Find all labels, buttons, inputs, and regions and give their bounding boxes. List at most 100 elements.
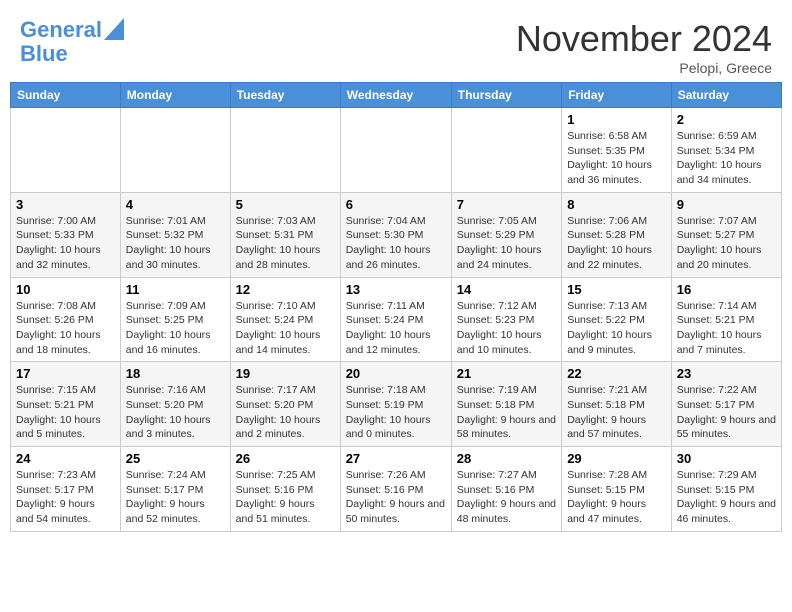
day-number: 15 (567, 282, 666, 297)
day-info: Sunrise: 7:04 AM Sunset: 5:30 PM Dayligh… (346, 214, 446, 273)
day-info: Sunrise: 7:11 AM Sunset: 5:24 PM Dayligh… (346, 299, 446, 358)
day-number: 20 (346, 366, 446, 381)
day-number: 2 (677, 112, 776, 127)
calendar-cell: 3Sunrise: 7:00 AM Sunset: 5:33 PM Daylig… (11, 192, 121, 277)
weekday-header-saturday: Saturday (671, 83, 781, 108)
day-info: Sunrise: 7:23 AM Sunset: 5:17 PM Dayligh… (16, 468, 115, 527)
day-info: Sunrise: 7:13 AM Sunset: 5:22 PM Dayligh… (567, 299, 666, 358)
month-title: November 2024 (516, 18, 772, 60)
day-info: Sunrise: 7:08 AM Sunset: 5:26 PM Dayligh… (16, 299, 115, 358)
day-number: 21 (457, 366, 556, 381)
calendar-cell: 25 Sunrise: 7:24 AM Sunset: 5:17 PM Dayli… (120, 447, 230, 532)
day-number: 10 (16, 282, 115, 297)
day-info: Sunrise: 7:07 AM Sunset: 5:27 PM Dayligh… (677, 214, 776, 273)
calendar-cell: 16 Sunrise: 7:14 AM Sunset: 5:21 PM Dayli… (671, 277, 781, 362)
page-header: General Blue November 2024 Pelopi, Greec… (10, 10, 782, 82)
location: Pelopi, Greece (516, 60, 772, 76)
day-info: Sunrise: 7:28 AM Sunset: 5:15 PM Dayligh… (567, 468, 666, 527)
calendar-cell (451, 108, 561, 193)
calendar-cell: 20 Sunrise: 7:18 AM Sunset: 5:19 PM Dayli… (340, 362, 451, 447)
day-info: Sunrise: 7:21 AM Sunset: 5:18 PM Dayligh… (567, 383, 666, 442)
day-number: 6 (346, 197, 446, 212)
calendar-cell: 24 Sunrise: 7:23 AM Sunset: 5:17 PM Dayli… (11, 447, 121, 532)
day-number: 29 (567, 451, 666, 466)
day-number: 26 (236, 451, 335, 466)
day-number: 4 (126, 197, 225, 212)
calendar-cell: 5Sunrise: 7:03 AM Sunset: 5:31 PM Daylig… (230, 192, 340, 277)
day-info: Sunrise: 7:15 AM Sunset: 5:21 PM Dayligh… (16, 383, 115, 442)
calendar-cell: 15 Sunrise: 7:13 AM Sunset: 5:22 PM Dayli… (562, 277, 672, 362)
day-info: Sunrise: 7:01 AM Sunset: 5:32 PM Dayligh… (126, 214, 225, 273)
calendar-cell: 9Sunrise: 7:07 AM Sunset: 5:27 PM Daylig… (671, 192, 781, 277)
calendar-cell: 27 Sunrise: 7:26 AM Sunset: 5:16 PM Dayli… (340, 447, 451, 532)
logo-triangle-icon (104, 18, 124, 40)
logo-text-line1: General (20, 18, 102, 42)
calendar-cell (120, 108, 230, 193)
day-info: Sunrise: 6:58 AM Sunset: 5:35 PM Dayligh… (567, 129, 666, 188)
day-number: 24 (16, 451, 115, 466)
day-number: 23 (677, 366, 776, 381)
day-info: Sunrise: 7:06 AM Sunset: 5:28 PM Dayligh… (567, 214, 666, 273)
day-number: 25 (126, 451, 225, 466)
calendar-cell: 2 Sunrise: 6:59 AM Sunset: 5:34 PM Daylig… (671, 108, 781, 193)
title-block: November 2024 Pelopi, Greece (516, 18, 772, 76)
day-info: Sunrise: 7:03 AM Sunset: 5:31 PM Dayligh… (236, 214, 335, 273)
day-info: Sunrise: 7:29 AM Sunset: 5:15 PM Dayligh… (677, 468, 776, 527)
calendar-cell: 28Sunrise: 7:27 AM Sunset: 5:16 PM Dayli… (451, 447, 561, 532)
calendar-cell: 4 Sunrise: 7:01 AM Sunset: 5:32 PM Daylig… (120, 192, 230, 277)
calendar-cell: 1 Sunrise: 6:58 AM Sunset: 5:35 PM Daylig… (562, 108, 672, 193)
weekday-header-wednesday: Wednesday (340, 83, 451, 108)
weekday-header-sunday: Sunday (11, 83, 121, 108)
day-number: 22 (567, 366, 666, 381)
day-info: Sunrise: 7:12 AM Sunset: 5:23 PM Dayligh… (457, 299, 556, 358)
calendar-cell: 30 Sunrise: 7:29 AM Sunset: 5:15 PM Dayli… (671, 447, 781, 532)
calendar-week-4: 17 Sunrise: 7:15 AM Sunset: 5:21 PM Dayli… (11, 362, 782, 447)
calendar-cell: 23 Sunrise: 7:22 AM Sunset: 5:17 PM Dayli… (671, 362, 781, 447)
day-info: Sunrise: 7:05 AM Sunset: 5:29 PM Dayligh… (457, 214, 556, 273)
calendar-cell: 10 Sunrise: 7:08 AM Sunset: 5:26 PM Dayli… (11, 277, 121, 362)
calendar-table: SundayMondayTuesdayWednesdayThursdayFrid… (10, 82, 782, 532)
day-info: Sunrise: 7:10 AM Sunset: 5:24 PM Dayligh… (236, 299, 335, 358)
day-number: 13 (346, 282, 446, 297)
calendar-week-1: 1 Sunrise: 6:58 AM Sunset: 5:35 PM Daylig… (11, 108, 782, 193)
day-number: 1 (567, 112, 666, 127)
day-info: Sunrise: 7:09 AM Sunset: 5:25 PM Dayligh… (126, 299, 225, 358)
day-number: 7 (457, 197, 556, 212)
day-info: Sunrise: 7:22 AM Sunset: 5:17 PM Dayligh… (677, 383, 776, 442)
weekday-header-monday: Monday (120, 83, 230, 108)
day-info: Sunrise: 7:24 AM Sunset: 5:17 PM Dayligh… (126, 468, 225, 527)
weekday-header-tuesday: Tuesday (230, 83, 340, 108)
calendar-cell: 7 Sunrise: 7:05 AM Sunset: 5:29 PM Daylig… (451, 192, 561, 277)
calendar-cell: 21 Sunrise: 7:19 AM Sunset: 5:18 PM Dayli… (451, 362, 561, 447)
day-number: 17 (16, 366, 115, 381)
day-number: 8 (567, 197, 666, 212)
calendar-week-2: 3Sunrise: 7:00 AM Sunset: 5:33 PM Daylig… (11, 192, 782, 277)
day-number: 16 (677, 282, 776, 297)
calendar-cell: 11 Sunrise: 7:09 AM Sunset: 5:25 PM Dayli… (120, 277, 230, 362)
day-info: Sunrise: 7:16 AM Sunset: 5:20 PM Dayligh… (126, 383, 225, 442)
calendar-cell (11, 108, 121, 193)
day-number: 27 (346, 451, 446, 466)
day-number: 19 (236, 366, 335, 381)
day-info: Sunrise: 7:19 AM Sunset: 5:18 PM Dayligh… (457, 383, 556, 442)
day-info: Sunrise: 7:26 AM Sunset: 5:16 PM Dayligh… (346, 468, 446, 527)
calendar-cell: 26 Sunrise: 7:25 AM Sunset: 5:16 PM Dayli… (230, 447, 340, 532)
logo-text-line2: Blue (20, 41, 68, 66)
day-info: Sunrise: 7:17 AM Sunset: 5:20 PM Dayligh… (236, 383, 335, 442)
calendar-cell: 17 Sunrise: 7:15 AM Sunset: 5:21 PM Dayli… (11, 362, 121, 447)
calendar-week-3: 10 Sunrise: 7:08 AM Sunset: 5:26 PM Dayli… (11, 277, 782, 362)
day-info: Sunrise: 7:18 AM Sunset: 5:19 PM Dayligh… (346, 383, 446, 442)
day-info: Sunrise: 7:14 AM Sunset: 5:21 PM Dayligh… (677, 299, 776, 358)
weekday-header-friday: Friday (562, 83, 672, 108)
calendar-cell: 13 Sunrise: 7:11 AM Sunset: 5:24 PM Dayli… (340, 277, 451, 362)
day-info: Sunrise: 6:59 AM Sunset: 5:34 PM Dayligh… (677, 129, 776, 188)
calendar-header-row: SundayMondayTuesdayWednesdayThursdayFrid… (11, 83, 782, 108)
calendar-week-5: 24 Sunrise: 7:23 AM Sunset: 5:17 PM Dayli… (11, 447, 782, 532)
day-number: 3 (16, 197, 115, 212)
day-number: 12 (236, 282, 335, 297)
day-number: 30 (677, 451, 776, 466)
calendar-cell: 14Sunrise: 7:12 AM Sunset: 5:23 PM Dayli… (451, 277, 561, 362)
day-info: Sunrise: 7:25 AM Sunset: 5:16 PM Dayligh… (236, 468, 335, 527)
day-number: 11 (126, 282, 225, 297)
calendar-cell: 22 Sunrise: 7:21 AM Sunset: 5:18 PM Dayli… (562, 362, 672, 447)
